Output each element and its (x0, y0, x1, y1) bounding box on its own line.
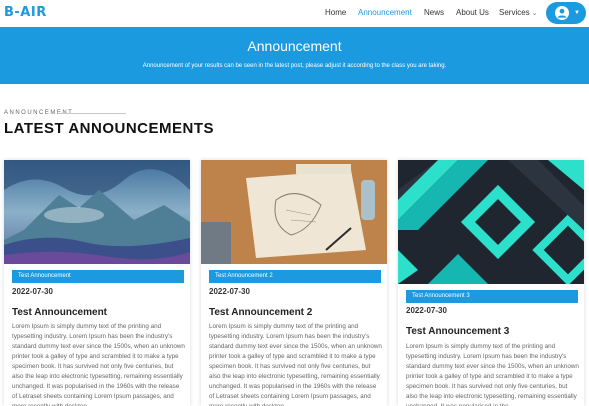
nav-item-news[interactable]: News (424, 8, 444, 17)
user-menu-button[interactable]: ▼ (546, 2, 586, 24)
avatar (555, 6, 569, 20)
card-3-title[interactable]: Test Announcement 3 (406, 326, 509, 337)
nav-item-services-label: Services (499, 8, 530, 17)
card-2-date: 2022-07-30 (209, 287, 250, 296)
card-3-tag[interactable]: Test Announcement 3 (406, 290, 578, 303)
card-1-image (4, 160, 190, 264)
card-1-title[interactable]: Test Announcement (12, 307, 107, 318)
card-1-date: 2022-07-30 (12, 287, 53, 296)
nav-item-home[interactable]: Home (325, 8, 346, 17)
card-3-body: Lorem Ipsum is simply dummy text of the … (406, 343, 579, 406)
hero-banner: Announcement Announcement of your result… (0, 27, 589, 84)
nav-item-about[interactable]: About Us (456, 8, 489, 17)
card-1-tag[interactable]: Test Announcement (12, 270, 184, 283)
navbar: B-AIR Home Announcement News About Us Se… (0, 0, 589, 27)
card-2-tag[interactable]: Test Announcement 2 (209, 270, 381, 283)
caret-down-icon: ▼ (574, 10, 580, 16)
nav-item-announcement[interactable]: Announcement (358, 8, 412, 17)
card-2-image (201, 160, 387, 264)
eyebrow-divider (58, 113, 126, 114)
nav-menu: Home Announcement News About Us Services… (0, 0, 589, 27)
card-3-date: 2022-07-30 (406, 306, 447, 315)
user-icon (557, 8, 567, 18)
card-2-title[interactable]: Test Announcement 2 (209, 307, 312, 318)
card-2-body: Lorem Ipsum is simply dummy text of the … (209, 323, 382, 406)
chevron-down-icon: ⌄ (531, 10, 538, 17)
card-3-image (398, 160, 584, 284)
section-title: LATEST ANNOUNCEMENTS (4, 120, 214, 137)
announcement-card-1[interactable]: Test Announcement 2022-07-30 Test Announ… (4, 160, 190, 406)
nav-item-services[interactable]: Services ⌄ (499, 8, 538, 17)
announcement-card-2[interactable]: Test Announcement 2 2022-07-30 Test Anno… (201, 160, 387, 406)
page-subtitle: Announcement of your results can be seen… (142, 63, 447, 69)
announcement-card-3[interactable]: Test Announcement 3 2022-07-30 Test Anno… (398, 160, 584, 406)
card-1-body: Lorem Ipsum is simply dummy text of the … (12, 323, 185, 406)
page-title: Announcement (247, 38, 342, 54)
